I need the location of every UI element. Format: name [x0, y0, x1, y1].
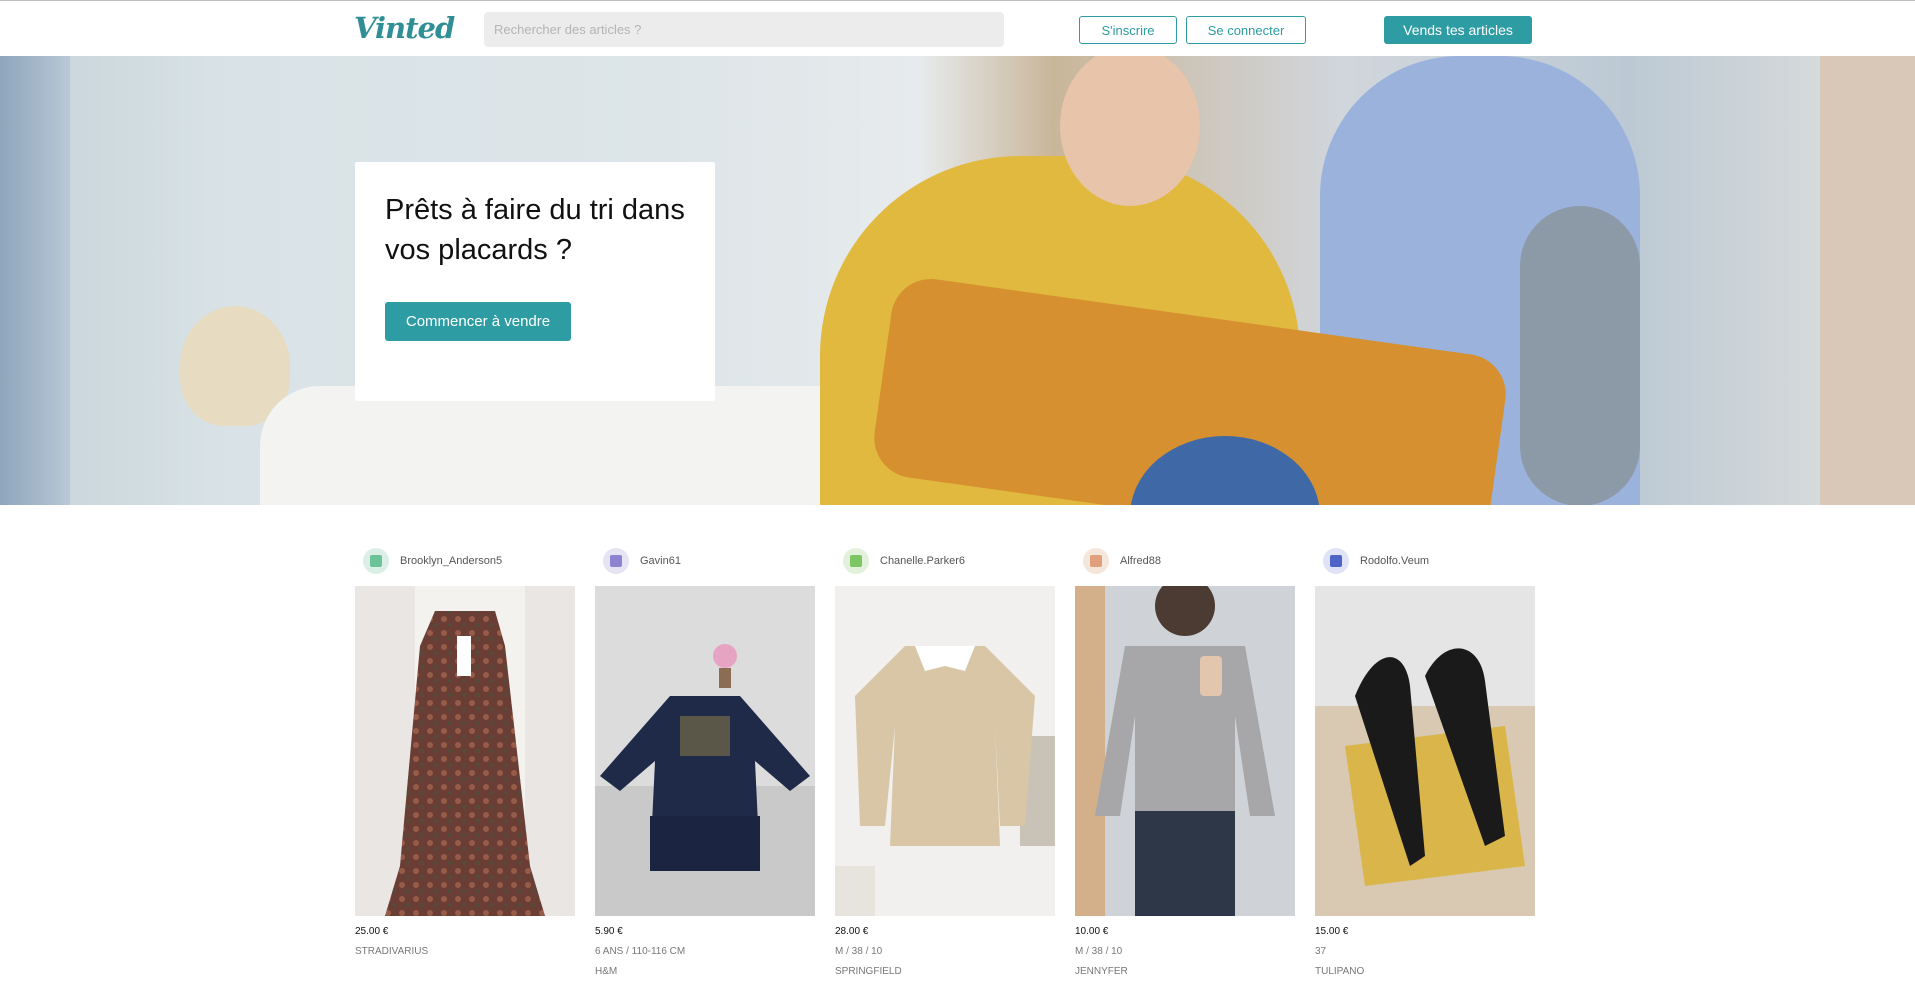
hero-card: Prêts à faire du tri dans vos placards ?… [355, 162, 715, 401]
item-price: 10.00 € [1075, 926, 1109, 937]
item-brand: H&M [595, 966, 618, 977]
item-user[interactable]: Gavin61 [595, 548, 681, 574]
item-user[interactable]: Rodolfo.Veum [1315, 548, 1429, 574]
username: Chanelle.Parker6 [880, 555, 965, 567]
username: Gavin61 [640, 555, 681, 567]
hero-bed [260, 386, 900, 505]
avatar [843, 548, 869, 574]
username: Alfred88 [1120, 555, 1161, 567]
item-user[interactable]: Chanelle.Parker6 [835, 548, 965, 574]
login-button[interactable]: Se connecter [1186, 16, 1306, 44]
vinted-logo[interactable]: Vinted [354, 11, 455, 45]
item-size: 6 ans / 110-116 cm [595, 946, 686, 957]
start-selling-button[interactable]: Commencer à vendre [385, 302, 571, 341]
item-photo[interactable] [835, 586, 1055, 916]
item-photo[interactable] [355, 586, 575, 916]
avatar [1083, 548, 1109, 574]
item-photo[interactable] [1315, 586, 1535, 916]
sell-items-button[interactable]: Vends tes articles [1384, 16, 1532, 44]
signup-button[interactable]: S'inscrire [1079, 16, 1177, 44]
item-photo[interactable] [595, 586, 815, 916]
hero-title: Prêts à faire du tri dans vos placards ? [385, 194, 685, 266]
item-size: M / 38 / 10 [1075, 946, 1123, 957]
hero-wardrobe [1820, 56, 1915, 505]
search-input[interactable] [484, 12, 1004, 47]
item-price: 28.00 € [835, 926, 869, 937]
username: Brooklyn_Anderson5 [400, 555, 503, 567]
top-navbar: Vinted S'inscrire Se connecter Vends tes… [0, 1, 1915, 56]
item-brand: SPRINGFIELD [835, 966, 902, 977]
username: Rodolfo.Veum [1360, 555, 1430, 567]
item-user[interactable]: Brooklyn_Anderson5 [355, 548, 502, 574]
item-price: 5.90 € [595, 926, 623, 937]
hero-person-right-arm [1520, 206, 1640, 505]
item-brand: JENNYFER [1075, 966, 1128, 977]
avatar [363, 548, 389, 574]
item-size: 37 [1315, 946, 1327, 957]
hero-banner-image [0, 56, 1915, 505]
item-size: M / 38 / 10 [835, 946, 883, 957]
item-brand: TULIPANO [1315, 966, 1365, 977]
item-price: 15.00 € [1315, 926, 1349, 937]
hero-curtain [0, 56, 70, 505]
item-brand: STRADIVARIUS [355, 946, 429, 957]
item-user[interactable]: Alfred88 [1075, 548, 1161, 574]
item-photo[interactable] [1075, 586, 1295, 916]
avatar [1323, 548, 1349, 574]
item-price: 25.00 € [355, 926, 389, 937]
avatar [603, 548, 629, 574]
